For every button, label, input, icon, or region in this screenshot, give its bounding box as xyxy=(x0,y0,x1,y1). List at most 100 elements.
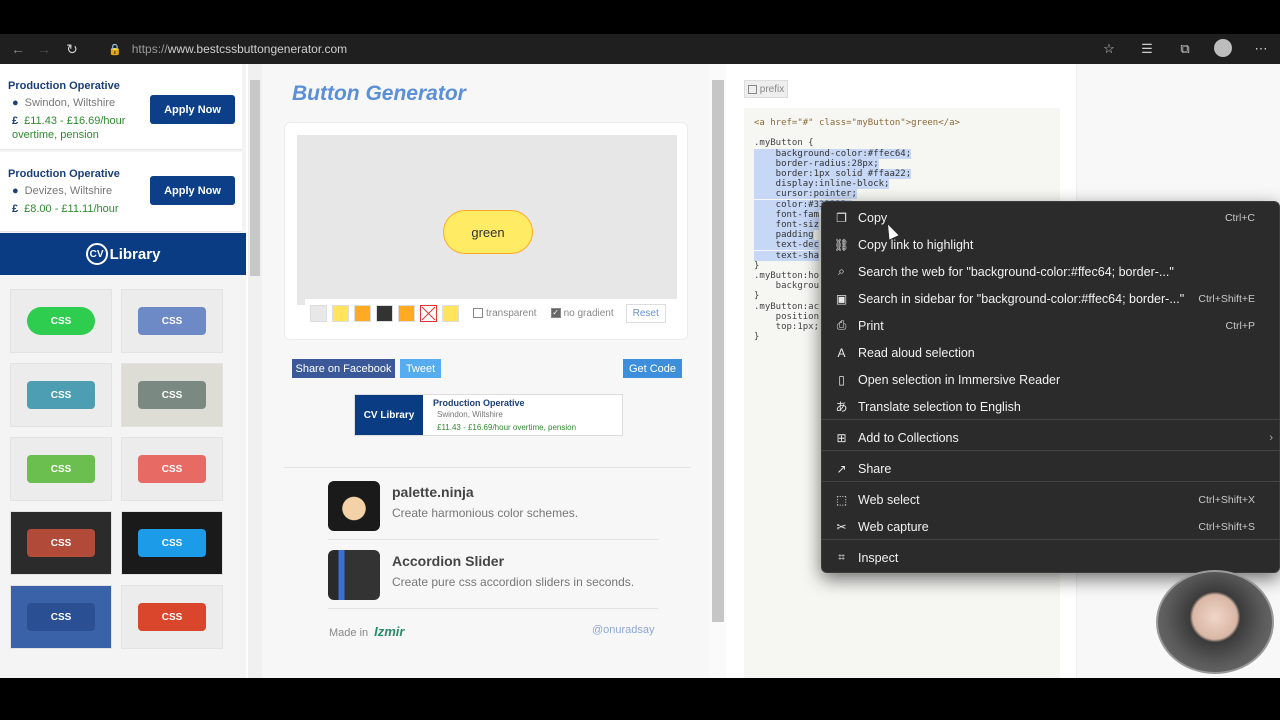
button-style-tile[interactable]: CSS xyxy=(10,363,112,427)
job-pay: £ £8.00 - £11.11/hour xyxy=(12,203,119,215)
cv-library-banner[interactable]: CV Library xyxy=(0,233,246,275)
web-capture-icon: ✂ xyxy=(836,519,847,534)
collections-toolbar-icon[interactable]: ⧉ xyxy=(1166,41,1204,57)
job-title[interactable]: Production Operative xyxy=(8,168,120,180)
cv-logo-mark: CV xyxy=(85,243,108,265)
button-style-tile[interactable]: CSS xyxy=(121,511,223,575)
context-menu-item-inspect[interactable]: ⌗ Inspect xyxy=(822,544,1280,571)
preview-button[interactable]: green xyxy=(443,210,533,254)
button-style-tile[interactable]: CSS xyxy=(10,511,112,575)
promo-title[interactable]: palette.ninja xyxy=(392,484,474,500)
mini-job-ad[interactable]: CV Library Production Operative Swindon,… xyxy=(354,394,623,436)
reset-button[interactable]: Reset xyxy=(625,303,666,323)
style-swatch-button[interactable]: CSS xyxy=(27,381,95,409)
button-style-tile[interactable]: CSS xyxy=(10,437,112,501)
more-menu-icon[interactable]: ⋯ xyxy=(1242,41,1280,57)
palette-color-swatch[interactable] xyxy=(420,304,437,322)
style-swatch-button[interactable]: CSS xyxy=(27,603,95,631)
button-style-tile[interactable]: CSS xyxy=(121,363,223,427)
address-bar[interactable]: 🔒 https:// www.bestcssbuttongenerator.co… xyxy=(108,42,347,56)
context-menu-item-read-aloud-selection[interactable]: A Read aloud selection xyxy=(822,339,1280,366)
style-swatch-button[interactable]: CSS xyxy=(138,455,206,483)
checkbox-checked[interactable]: ✓ xyxy=(550,308,561,318)
pound-icon: £ xyxy=(12,115,19,127)
forward-arrow-icon[interactable]: → xyxy=(34,39,54,59)
code-line: border-radius:28px; xyxy=(754,158,879,169)
accordion-icon xyxy=(328,550,380,600)
palette-color-swatch[interactable] xyxy=(332,304,349,322)
context-menu-item-share[interactable]: ↗ Share xyxy=(822,455,1280,482)
style-swatch-button[interactable]: CSS xyxy=(27,529,95,557)
context-menu-item-web-capture[interactable]: ✂ Web capture Ctrl+Shift+S xyxy=(822,513,1280,540)
izmir-logo[interactable]: Izmir xyxy=(374,624,404,639)
print-icon: ⎙ xyxy=(836,318,847,332)
checkbox-box[interactable] xyxy=(473,308,483,318)
menu-separator xyxy=(822,539,1280,540)
style-swatch-button[interactable]: CSS xyxy=(138,307,206,335)
pound-icon: £ xyxy=(12,203,19,215)
menu-item-label: Translate selection to English xyxy=(858,399,1021,414)
palette-color-swatch[interactable] xyxy=(376,304,393,322)
add-favorite-icon[interactable]: ☆ xyxy=(1090,41,1128,57)
get-code-button[interactable]: Get Code xyxy=(623,359,682,378)
style-swatch-button[interactable]: CSS xyxy=(138,603,206,631)
style-swatch-button[interactable]: CSS xyxy=(27,455,95,483)
promo-palette-ninja[interactable]: palette.ninja Create harmonious color sc… xyxy=(328,472,658,540)
checkbox-box[interactable] xyxy=(747,84,757,94)
context-menu-item-web-select[interactable]: ⬚ Web select Ctrl+Shift+X xyxy=(822,486,1280,513)
no-gradient-checkbox[interactable]: ✓ no gradient xyxy=(550,308,614,319)
job-ad[interactable]: Production Operative ● Swindon, Wiltshire… xyxy=(0,64,242,150)
screen-bottom-bar xyxy=(0,678,1280,720)
context-menu-item-open-selection-in-immersive-re[interactable]: ▯ Open selection in Immersive Reader xyxy=(822,366,1280,393)
button-style-tile[interactable]: CSS xyxy=(121,585,223,649)
middle-scrollbar-thumb[interactable] xyxy=(712,80,724,622)
transparent-checkbox[interactable]: transparent xyxy=(473,308,537,319)
palette-color-swatch[interactable] xyxy=(398,304,415,322)
web-select-icon: ⬚ xyxy=(835,492,848,507)
middle-scrollbar[interactable] xyxy=(710,64,726,678)
profile-avatar[interactable] xyxy=(1204,38,1242,60)
palette-color-swatch[interactable] xyxy=(442,304,459,322)
left-scrollbar-thumb[interactable] xyxy=(250,80,260,276)
button-style-tile[interactable]: CSS xyxy=(121,289,223,353)
made-in-credit: Made in Izmir xyxy=(329,624,405,639)
button-style-tile[interactable]: CSS xyxy=(121,437,223,501)
webcam-overlay xyxy=(1156,570,1274,674)
promo-accordion-slider[interactable]: Accordion Slider Create pure css accordi… xyxy=(328,541,658,609)
author-handle-link[interactable]: @onuradsay xyxy=(592,624,655,636)
location-pin-icon: ● xyxy=(12,97,19,109)
prefix-checkbox[interactable]: prefix xyxy=(744,80,788,98)
share-facebook-button[interactable]: Share on Facebook xyxy=(292,359,395,378)
job-ad[interactable]: Production Operative ● Devizes, Wiltshire… xyxy=(0,152,242,232)
button-style-tile[interactable]: CSS xyxy=(10,585,112,649)
context-menu-item-search-in-sidebar-for-backgrou[interactable]: ▣ Search in sidebar for "background-color… xyxy=(822,285,1280,312)
button-style-tile[interactable]: CSS xyxy=(10,289,112,353)
context-menu-item-search-the-web-for-background-[interactable]: ⌕ Search the web for "background-color:#f… xyxy=(822,258,1280,285)
url-protocol: https:// xyxy=(131,42,168,56)
left-scrollbar[interactable] xyxy=(248,64,262,678)
style-swatch-button[interactable]: CSS xyxy=(138,381,206,409)
apply-now-button[interactable]: Apply Now xyxy=(150,95,235,124)
menu-separator xyxy=(822,481,1280,482)
job-title[interactable]: Production Operative xyxy=(8,80,120,92)
context-menu-item-add-to-collections[interactable]: ⊞ Add to Collections › xyxy=(822,424,1280,451)
style-swatch-button[interactable]: CSS xyxy=(138,529,206,557)
context-menu-item-translate-selection-to-english[interactable]: あ Translate selection to English xyxy=(822,393,1280,420)
job-location: ● Swindon, Wiltshire xyxy=(12,97,116,109)
promo-title[interactable]: Accordion Slider xyxy=(392,553,504,569)
palette-color-swatch[interactable] xyxy=(310,304,327,322)
screen-top-bar xyxy=(0,0,1280,34)
mini-ad-title[interactable]: Production Operative xyxy=(433,398,525,408)
tweet-button[interactable]: Tweet xyxy=(400,359,441,378)
back-arrow-icon[interactable]: ← xyxy=(8,39,28,59)
context-menu-item-print[interactable]: ⎙ Print Ctrl+P xyxy=(822,312,1280,339)
palette-color-swatch[interactable] xyxy=(354,304,371,322)
refresh-icon[interactable]: ↻ xyxy=(62,39,82,59)
job-pay: £ £11.43 - £16.69/hour overtime, pension xyxy=(12,115,126,141)
style-swatch-button[interactable]: CSS xyxy=(27,307,95,335)
menu-item-label: Web select xyxy=(858,492,920,507)
preview-card: green transparent ✓ no gradient Reset xyxy=(284,122,688,340)
collections-icon: ⊞ xyxy=(836,430,847,445)
favorites-icon[interactable]: ☰ xyxy=(1128,41,1166,57)
apply-now-button[interactable]: Apply Now xyxy=(150,176,235,205)
